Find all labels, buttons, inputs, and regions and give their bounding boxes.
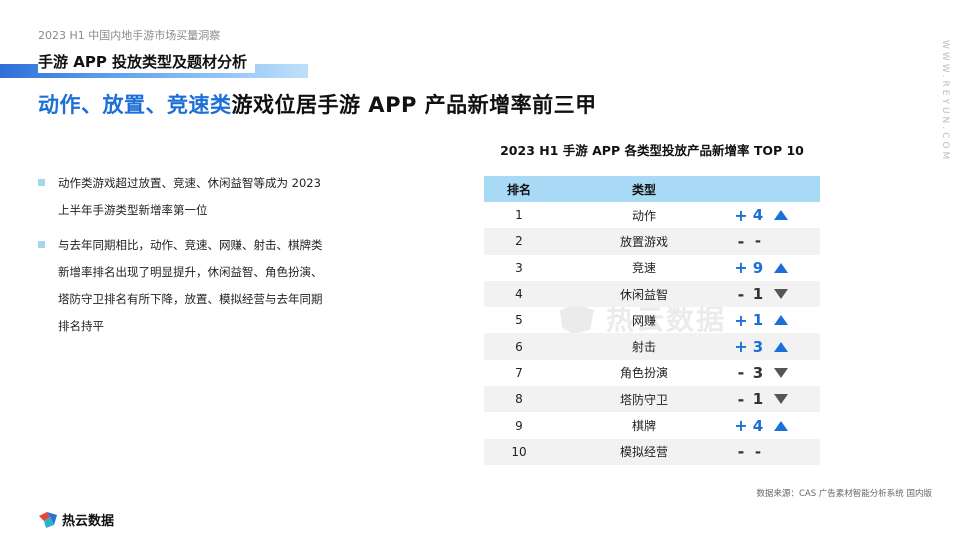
change-sign: + bbox=[734, 337, 748, 357]
cell-type: 模拟经营 bbox=[619, 445, 668, 460]
bullet-text: 与去年同期相比，动作、竞速、网赚、射击、棋牌类新增率排名出现了明显提升，休闲益智… bbox=[58, 238, 323, 333]
change-value: 1 bbox=[752, 311, 764, 330]
bullet-list: 动作类游戏超过放置、竞速、休闲益智等成为 2023 上半年手游类型新增率第一位 … bbox=[38, 170, 328, 348]
cell-type: 动作 bbox=[631, 208, 656, 223]
cell-change: +4 bbox=[734, 206, 820, 225]
header-rank: 排名 bbox=[506, 182, 531, 197]
cell-rank: 10 bbox=[511, 444, 527, 459]
arrow-down-icon bbox=[774, 394, 788, 405]
table-row: 9 棋牌 +4 bbox=[484, 412, 820, 438]
footer-logo: 热云数据 bbox=[38, 510, 114, 529]
table-title: 2023 H1 手游 APP 各类型投放产品新增率 TOP 10 bbox=[500, 143, 804, 158]
table-row: 8 塔防守卫 -1 bbox=[484, 386, 820, 413]
change-value: - bbox=[754, 442, 762, 461]
table-row: 10 模拟经营 - - bbox=[484, 438, 820, 465]
change-sign: + bbox=[734, 205, 748, 225]
cell-type: 放置游戏 bbox=[619, 234, 668, 249]
change-value: 3 bbox=[752, 363, 764, 382]
data-source: 数据来源：CAS 广告素材智能分析系统 国内版 bbox=[756, 489, 932, 499]
page-headline: 动作、放置、竞速类游戏位居手游 APP 产品新增率前三甲 bbox=[38, 89, 597, 119]
side-brand-url: WWW.REYUN.COM bbox=[940, 40, 950, 163]
cell-change: -3 bbox=[734, 363, 820, 382]
change-value: - bbox=[754, 232, 762, 251]
table-row: 7 角色扮演 -3 bbox=[484, 360, 820, 386]
change-sign: - bbox=[737, 389, 745, 409]
arrow-up-icon bbox=[774, 262, 788, 273]
cell-type: 网赚 bbox=[631, 313, 656, 328]
arrow-up-icon bbox=[774, 210, 788, 221]
change-sign: - bbox=[737, 231, 745, 251]
cell-change: -- bbox=[734, 442, 820, 461]
report-title: 2023 H1 中国内地手游市场买量洞察 bbox=[38, 29, 221, 42]
arrow-up-icon bbox=[774, 315, 788, 326]
cell-change: +1 bbox=[734, 311, 820, 330]
headline-rest: 游戏位居手游 APP 产品新增率前三甲 bbox=[231, 93, 597, 117]
cell-change: +9 bbox=[734, 258, 820, 277]
cell-rank: 8 bbox=[515, 392, 523, 407]
cell-rank: 9 bbox=[515, 418, 523, 433]
change-sign: + bbox=[734, 416, 748, 436]
bullet-item: 动作类游戏超过放置、竞速、休闲益智等成为 2023 上半年手游类型新增率第一位 bbox=[38, 170, 328, 224]
table-row: 3 竞速 +9 bbox=[484, 255, 820, 281]
change-value: 3 bbox=[752, 337, 764, 356]
arrow-down-icon bbox=[774, 367, 788, 378]
cell-rank: 3 bbox=[515, 260, 523, 275]
bullet-item: 与去年同期相比，动作、竞速、网赚、射击、棋牌类新增率排名出现了明显提升，休闲益智… bbox=[38, 232, 328, 340]
arrow-up-icon bbox=[774, 341, 788, 352]
cell-type: 休闲益智 bbox=[619, 287, 668, 302]
headline-highlight: 动作、放置、竞速类 bbox=[38, 93, 232, 117]
table-row: 4 休闲益智 -1 bbox=[484, 280, 820, 308]
change-sign: + bbox=[734, 310, 748, 330]
cell-rank: 4 bbox=[515, 287, 523, 302]
change-value: 1 bbox=[752, 285, 764, 304]
change-sign: + bbox=[734, 258, 748, 278]
change-value: 1 bbox=[752, 390, 764, 409]
cell-change: -- bbox=[734, 232, 820, 251]
cell-type: 塔防守卫 bbox=[619, 392, 668, 407]
header-type: 类型 bbox=[631, 182, 656, 197]
arrow-up-icon bbox=[774, 420, 788, 431]
arrow-down-icon bbox=[774, 289, 788, 300]
cell-rank: 5 bbox=[515, 313, 523, 328]
change-sign: - bbox=[737, 363, 745, 383]
table-row: 1 动作 +4 bbox=[484, 202, 820, 228]
cell-rank: 6 bbox=[515, 339, 523, 354]
cell-change: -1 bbox=[734, 390, 820, 409]
change-value: 4 bbox=[752, 206, 764, 225]
table-row: 2 放置游戏 - - bbox=[484, 228, 820, 255]
change-value: 9 bbox=[752, 258, 764, 277]
cell-type: 竞速 bbox=[631, 261, 656, 276]
cell-rank: 1 bbox=[515, 208, 523, 223]
cell-change: +4 bbox=[734, 416, 820, 435]
table-row: 6 射击 +3 bbox=[484, 333, 820, 360]
cell-type: 射击 bbox=[631, 340, 656, 355]
cell-rank: 2 bbox=[515, 234, 523, 249]
footer-brand: 热云数据 bbox=[62, 514, 115, 529]
cell-change: +3 bbox=[734, 337, 820, 356]
bullet-text: 动作类游戏超过放置、竞速、休闲益智等成为 2023 上半年手游类型新增率第一位 bbox=[58, 176, 321, 217]
table-row: 5 网赚 +1 bbox=[484, 307, 820, 333]
change-sign: - bbox=[737, 284, 745, 304]
change-value: 4 bbox=[752, 416, 764, 435]
cell-type: 角色扮演 bbox=[619, 366, 668, 381]
section-label: 手游 APP 投放类型及题材分析 bbox=[38, 51, 256, 73]
reyun-logo-icon bbox=[39, 511, 57, 528]
cell-type: 棋牌 bbox=[631, 419, 656, 434]
bullet-square-icon bbox=[38, 179, 45, 186]
cell-rank: 7 bbox=[515, 365, 523, 380]
table-header: 排名 类型 bbox=[484, 176, 820, 202]
change-sign: - bbox=[737, 442, 745, 462]
ranking-table: 排名 类型 1 动作 +4 2 放置游戏 - -3 竞速 +9 4 休闲益智 -1 5 网赚 +1 6 射击 +3… bbox=[484, 176, 820, 465]
cell-change: -1 bbox=[734, 285, 820, 304]
bullet-square-icon bbox=[38, 241, 45, 248]
